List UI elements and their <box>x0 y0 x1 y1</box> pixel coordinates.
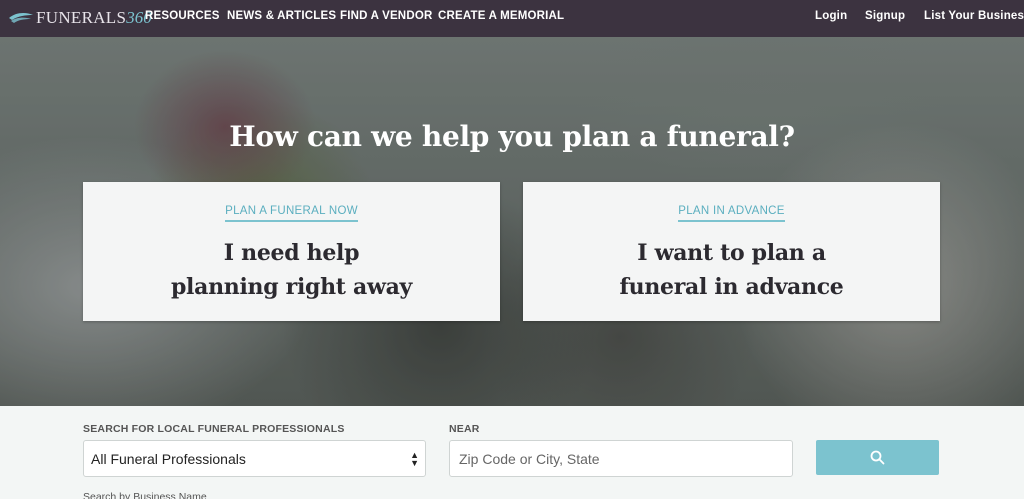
signup-link[interactable]: Signup <box>865 10 905 22</box>
plan-advance-eyebrow: PLAN IN ADVANCE <box>678 205 785 222</box>
search-button[interactable] <box>816 440 939 475</box>
plan-now-heading: I need help planning right away <box>83 236 500 304</box>
wing-logo-icon <box>9 13 33 23</box>
top-nav: FUNERALS 360 RESOURCES NEWS & ARTICLES FI… <box>0 0 1024 37</box>
near-label: NEAR <box>449 423 480 435</box>
plan-advance-line-2: funeral in advance <box>619 274 844 300</box>
plan-now-card[interactable]: PLAN A FUNERAL NOW I need help planning … <box>83 182 500 321</box>
site-logo[interactable]: FUNERALS 360 <box>8 7 152 29</box>
plan-now-line-1: I need help <box>223 240 360 266</box>
plan-now-line-2: planning right away <box>170 274 413 300</box>
hero-title: How can we help you plan a funeral? <box>229 120 795 153</box>
nav-link-news-articles[interactable]: NEWS & ARTICLES <box>227 10 336 22</box>
search-section: SEARCH FOR LOCAL FUNERAL PROFESSIONALS A… <box>0 406 1024 499</box>
list-your-business-link[interactable]: List Your Business <box>924 10 1024 22</box>
search-icon <box>870 450 885 465</box>
nav-link-create-a-memorial[interactable]: CREATE A MEMORIAL <box>438 10 564 22</box>
nav-link-find-a-vendor[interactable]: FIND A VENDOR <box>340 10 432 22</box>
search-by-business-name-link[interactable]: Search by Business Name <box>83 491 207 499</box>
category-select[interactable]: All Funeral Professionals ▲ ▼ <box>83 440 426 477</box>
category-label: SEARCH FOR LOCAL FUNERAL PROFESSIONALS <box>83 423 345 435</box>
category-select-value: All Funeral Professionals <box>91 450 246 467</box>
logo-text: FUNERALS <box>36 8 127 27</box>
plan-advance-heading: I want to plan a funeral in advance <box>523 236 940 304</box>
plan-advance-card[interactable]: PLAN IN ADVANCE I want to plan a funeral… <box>523 182 940 321</box>
plan-now-eyebrow: PLAN A FUNERAL NOW <box>225 205 358 222</box>
login-link[interactable]: Login <box>815 10 847 22</box>
updown-arrows-icon: ▲ ▼ <box>410 450 419 468</box>
plan-advance-line-1: I want to plan a <box>637 240 826 266</box>
hero-section: How can we help you plan a funeral? PLAN… <box>0 37 1024 406</box>
location-input[interactable] <box>449 440 793 477</box>
nav-link-resources[interactable]: RESOURCES <box>145 10 220 22</box>
